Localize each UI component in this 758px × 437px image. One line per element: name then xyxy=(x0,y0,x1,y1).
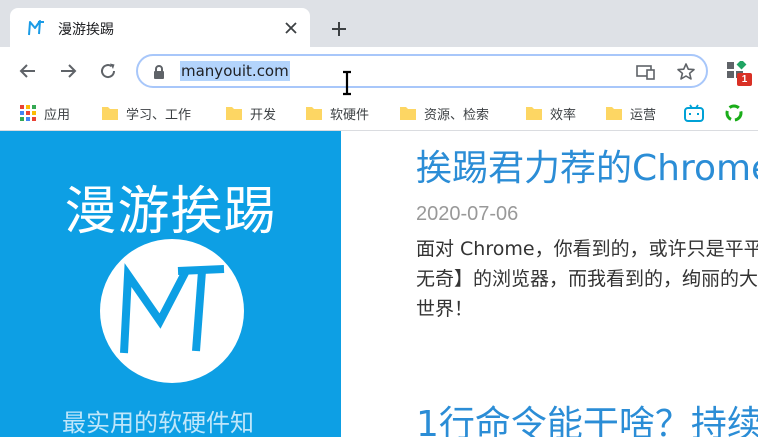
tab-strip: 漫游挨踢 xyxy=(0,0,758,47)
tab-title: 漫游挨踢 xyxy=(58,22,114,38)
post-title-link[interactable]: 挨踢君力荐的Chrome xyxy=(416,139,758,191)
bookmark-folder-study-work[interactable]: 学习、工作 xyxy=(102,103,191,123)
post-title-link[interactable]: 1行命令能干啥？持续 xyxy=(416,395,758,437)
folder-icon xyxy=(526,107,542,120)
post-item: 1行命令能干啥？持续 xyxy=(416,395,758,437)
bookmark-folder-software-hardware[interactable]: 软硬件 xyxy=(306,103,369,123)
cast-icon[interactable] xyxy=(636,62,656,82)
text-cursor-icon xyxy=(343,70,351,96)
folder-icon xyxy=(226,107,242,120)
post-excerpt: 面对 Chrome，你看到的，或许只是平平无奇】的浏览器，而我看到的，绚丽的大世… xyxy=(416,238,758,320)
green-swirl-icon xyxy=(725,104,743,122)
bookmark-folder-resources[interactable]: 资源、检索 xyxy=(400,103,489,123)
lock-icon[interactable] xyxy=(152,64,166,80)
forward-arrow-icon[interactable] xyxy=(56,59,80,83)
address-bar[interactable]: manyouit.com xyxy=(136,54,708,96)
site-favicon-icon xyxy=(28,20,44,36)
bookmark-label: 资源、检索 xyxy=(424,107,490,123)
bookmark-label: 应用 xyxy=(44,107,71,123)
bookmark-folder-dev[interactable]: 开发 xyxy=(226,103,276,123)
site-subtitle: 最实用的软硬件知 xyxy=(62,409,254,437)
mt-logo-icon xyxy=(120,263,225,354)
site-logo[interactable] xyxy=(100,239,244,383)
bookmarks-bar: 应用 学习、工作 开发 软硬件 资源、检索 效率 运营 xyxy=(0,96,758,131)
bookmark-green-swirl[interactable] xyxy=(724,103,744,123)
folder-icon xyxy=(306,107,322,120)
site-sidebar: 漫游挨踢 最实用的软硬件知 xyxy=(0,131,341,437)
bookmark-folder-efficiency[interactable]: 效率 xyxy=(526,103,576,123)
bookmark-label: 软硬件 xyxy=(330,107,370,123)
folder-icon xyxy=(606,107,622,120)
post-date: 2020-07-06 xyxy=(416,203,519,225)
bookmark-bilibili[interactable] xyxy=(684,103,704,123)
bookmark-label: 效率 xyxy=(550,107,577,123)
extension-badge: 1 xyxy=(737,73,752,86)
active-tab[interactable]: 漫游挨踢 xyxy=(10,8,310,47)
folder-icon xyxy=(400,107,416,120)
back-arrow-icon[interactable] xyxy=(16,59,40,83)
new-tab-icon[interactable] xyxy=(326,16,352,42)
browser-toolbar: manyouit.com 1 xyxy=(0,47,758,96)
bookmark-label: 学习、工作 xyxy=(126,107,192,123)
site-title[interactable]: 漫游挨踢 xyxy=(0,169,341,244)
url-text[interactable]: manyouit.com xyxy=(180,61,290,81)
bookmark-apps[interactable]: 应用 xyxy=(20,103,70,123)
web-page: 漫游挨踢 最实用的软硬件知 挨踢君力荐的Chrome 2020-07-06 面对… xyxy=(0,131,758,437)
bookmark-star-icon[interactable] xyxy=(676,62,696,82)
bookmark-label: 开发 xyxy=(250,107,277,123)
folder-icon xyxy=(102,107,118,120)
post-item: 挨踢君力荐的Chrome 2020-07-06 面对 Chrome，你看到的，或… xyxy=(416,139,758,324)
bookmark-folder-operations[interactable]: 运营 xyxy=(606,103,656,123)
close-tab-icon[interactable] xyxy=(280,17,302,39)
bookmark-label: 运营 xyxy=(630,107,657,123)
apps-grid-icon xyxy=(20,105,36,121)
extensions-icon[interactable]: 1 xyxy=(726,59,752,87)
bilibili-tv-icon xyxy=(684,104,704,122)
reload-icon[interactable] xyxy=(96,59,120,83)
